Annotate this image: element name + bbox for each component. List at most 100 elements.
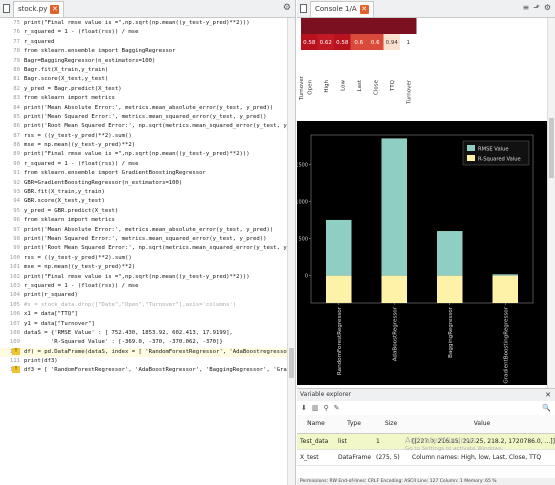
code-line[interactable]: 107 y1 = data["Turnover"] [0,320,287,329]
code-text: r_squared [24,38,55,45]
code-line[interactable]: 96 from sklearn import metrics [0,216,287,225]
pin-icon[interactable]: ⬏ [533,3,540,12]
code-line[interactable]: 105 #x = stock_data.drop(["Date","Open","… [0,301,287,310]
code-line[interactable]: 78 from sklearn.ensemble import BaggingRe… [0,47,287,56]
code-line[interactable]: 86 print('Root Mean Squared Error:', np.s… [0,122,287,131]
code-text: print(df3) [24,358,58,365]
options-icon[interactable]: ⚙ [283,3,291,13]
code-line[interactable]: 88 mse = np.mean((y_test-y_pred)**2) [0,141,287,150]
line-number: 98 [13,235,20,242]
code-text: from sklearn import metrics [24,95,115,102]
console-tab-label: Console 1/A [315,5,357,13]
code-line[interactable]: 98 print('Mean Squared Error:', metrics.m… [0,235,287,244]
code-text: from sklearn.ensemble import GradientBoo… [24,170,206,177]
line-number: 99 [13,245,20,252]
close-console-icon[interactable]: ✕ [359,4,369,14]
warning-icon[interactable]: ! [12,366,20,374]
code-line[interactable]: 80 Bagr.fit(X_train,y_train) [0,66,287,75]
code-line[interactable]: 93 GBR.fit(X_train,y_train) [0,188,287,197]
code-line[interactable]: 101 mse = np.mean((y_test-y_pred)**2) [0,263,287,272]
code-line[interactable]: 85 print('Mean Squared Error:', metrics.m… [0,113,287,122]
heatmap-axis-label: Open [307,79,313,94]
code-text: rss = ((y_test-y_pred)**2).sum() [24,254,132,261]
bar-r-squared [325,275,352,303]
heatmap-cell [350,18,367,34]
code-line[interactable]: 79 Bagr=BaggingRegressor(n_estimators=100… [0,57,287,66]
code-line[interactable]: 99 print('Root Mean Squared Error:', np.s… [0,244,287,253]
heatmap-cell [367,18,384,34]
code-line[interactable]: 110!df) = pd.DataFrame(dataS, index = [ … [0,347,287,358]
code-text: print("Final rmse value is =",np.sqrt(np… [24,151,250,158]
code-line[interactable]: 102 print("Final rmse value is =",np.sqrt… [0,273,287,282]
close-pane-icon[interactable]: ✕ [545,389,551,401]
bar-r-squared [492,275,519,303]
code-text: r_squared = 1 - (float(rss)) / mse [24,160,139,167]
code-line[interactable]: 84 print('Mean Absolute Error:', metrics.… [0,104,287,113]
col-size[interactable]: Size [373,415,409,434]
heatmap-cell [334,18,351,34]
code-text: print("Final rmse value is =",np.sqrt(np… [24,273,250,280]
col-name[interactable]: Name [297,415,335,434]
heatmap-axis-label: Turnover [406,79,412,105]
code-line[interactable]: 87 rss = ((y_test-y_pred)**2).sum() [0,132,287,141]
code-line[interactable]: 109 'R-Squared Value' : [-369.0, -370, -… [0,338,287,347]
menu-icon[interactable]: ≡ [522,3,529,12]
code-line[interactable]: 103 r_squared = 1 - (float(rss)) / mse [0,282,287,291]
var-name: X_test [297,449,335,466]
code-text: print(r_squared) [24,292,78,299]
code-line[interactable]: 91 from sklearn.ensemble import GradientB… [0,169,287,178]
code-line[interactable]: 83 from sklearn import metrics [0,94,287,103]
line-number: 94 [13,198,20,205]
editor-scrollbar[interactable] [287,18,295,485]
heatmap-axis-label: Last [357,79,363,91]
code-line[interactable]: 77 r_squared [0,38,287,47]
console-scrollbar[interactable] [547,18,555,388]
scroll-thumb[interactable] [289,348,294,378]
heatmap-cell [400,18,417,34]
heatmap-cell [317,18,334,34]
code-text: y_pred = GBR.predict(X_test) [24,207,119,214]
col-value[interactable]: Value [409,415,555,434]
code-line[interactable]: 106 x1 = data["TTQ"] [0,310,287,319]
variable-explorer-title: Variable explorer ✕ [297,389,555,401]
code-text: mse = np.mean((y_test-y_pred)**2) [24,142,136,149]
code-line[interactable]: 112!df3 = [ 'RandomForestRegressor', 'Ad… [0,366,287,375]
search-icon[interactable]: 🔍 [542,404,551,412]
code-line[interactable]: 89 print("Final rmse value is =",np.sqrt(… [0,150,287,159]
code-line[interactable]: 97 print('Mean Absolute Error:', metrics.… [0,226,287,235]
tab-console[interactable]: Console 1/A ✕ [310,0,374,17]
bar-rmse [381,138,408,276]
heatmap-cell [301,18,318,34]
code-line[interactable]: 75 print("Final rmse value is =",np.sqrt(… [0,19,287,28]
console-icon [300,4,307,13]
code-line[interactable]: 82 y_pred = Bagr.predict(X_test) [0,85,287,94]
code-line[interactable]: 81 Bagr.score(X_test,y_test) [0,75,287,84]
import-icon[interactable]: ⬇ [301,404,307,412]
warning-icon[interactable]: ! [12,347,20,355]
console-scroll-thumb[interactable] [549,118,554,178]
filter-icon[interactable]: ⚲ [324,404,329,412]
line-number: 82 [13,85,20,92]
code-line[interactable]: 95 y_pred = GBR.predict(X_test) [0,207,287,216]
code-line[interactable]: 104 print(r_squared) [0,291,287,300]
close-tab-icon[interactable]: ✕ [50,4,60,14]
line-number: 85 [13,113,20,120]
code-line[interactable]: 90 r_squared = 1 - (float(rss)) / mse [0,160,287,169]
watermark-sub: Go to Settings to activate Windows. [405,446,504,452]
code-line[interactable]: 76 r_squared = 1 - (float(rss)) / mse [0,28,287,37]
line-number: 96 [13,217,20,224]
code-line[interactable]: 108 dataS = {'RMSE Value' : [ 752.430, 18… [0,329,287,338]
code-line[interactable]: 94 GBR.score(X_test,y_test) [0,197,287,206]
code-line[interactable]: 111 print(df3) [0,357,287,366]
edit-icon[interactable]: ✎ [334,404,340,412]
code-line[interactable]: 100 rss = ((y_test-y_pred)**2).sum() [0,254,287,263]
col-type[interactable]: Type [335,415,373,434]
tab-stock-py[interactable]: stock.py ✕ [13,0,65,17]
line-number: 84 [13,104,20,111]
settings-icon[interactable]: ⚙ [544,3,551,12]
code-area[interactable]: 75 print("Final rmse value is =",np.sqrt(… [0,18,287,485]
line-number: 109 [9,339,20,346]
save-icon[interactable]: ▥ [312,404,319,412]
y-tick-label: 0 [305,274,308,280]
code-line[interactable]: 92 GBR=GradientBoostingRegressor(n_estima… [0,179,287,188]
